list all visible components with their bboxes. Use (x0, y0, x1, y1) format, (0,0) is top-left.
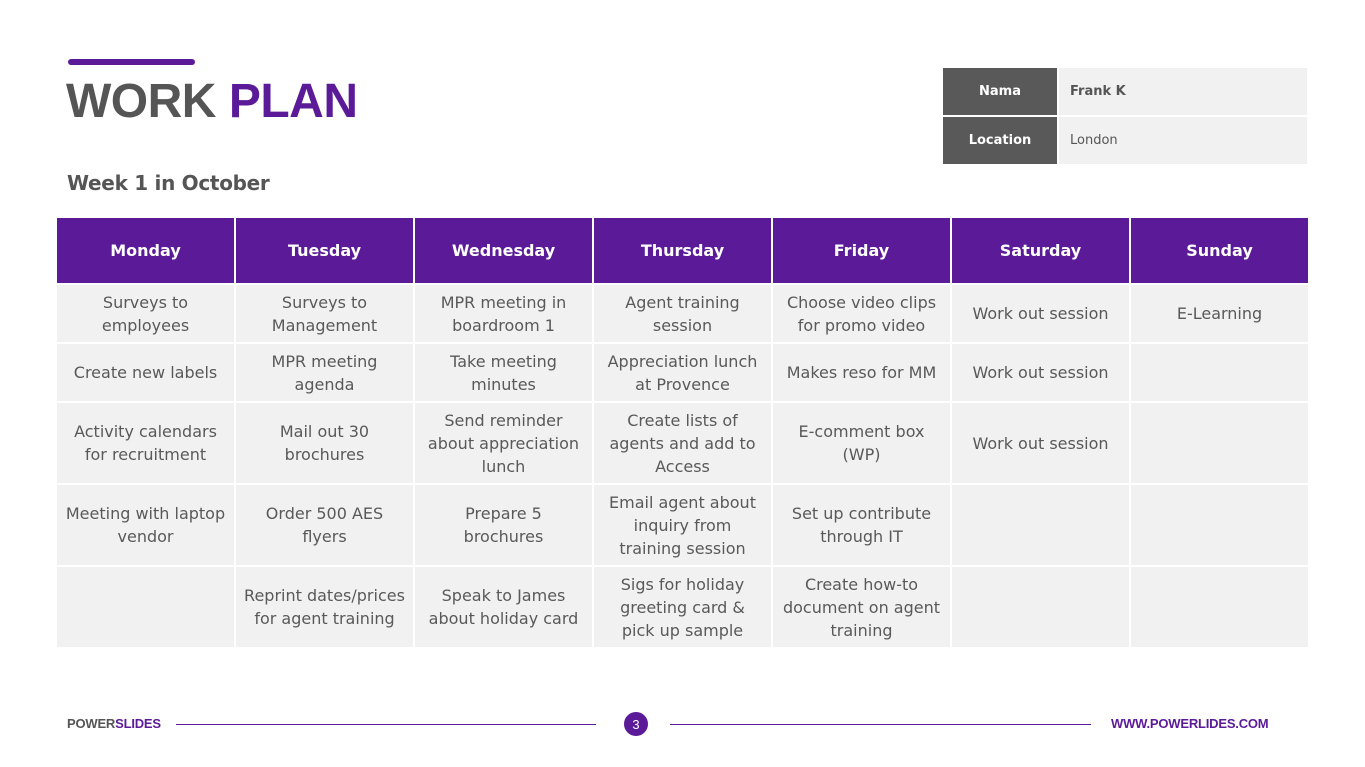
task-cell-sunday (1131, 485, 1308, 565)
info-table: Nama Frank K Location London (943, 68, 1307, 166)
task-cell-thursday: Appreciation lunch at Provence (594, 344, 771, 401)
task-cell-wednesday: Prepare 5 brochures (415, 485, 592, 565)
footer-brand: POWERSLIDES (67, 716, 161, 731)
task-cell-tuesday: Surveys to Management (236, 285, 413, 342)
task-cell-wednesday: Send reminder about appreciation lunch (415, 403, 592, 483)
task-cell-tuesday: Reprint dates/prices for agent training (236, 567, 413, 647)
title-part-2: PLAN (228, 75, 358, 128)
task-cell-tuesday: Mail out 30 brochures (236, 403, 413, 483)
task-cell-tuesday: Order 500 AES flyers (236, 485, 413, 565)
task-cell-saturday (952, 567, 1129, 647)
location-value: London (1059, 117, 1307, 164)
task-cell-friday: E-comment box (WP) (773, 403, 950, 483)
footer-divider-right (670, 724, 1091, 725)
name-value: Frank K (1059, 68, 1307, 115)
footer-brand-part-2: SLIDES (115, 716, 161, 731)
page-number-badge: 3 (624, 712, 648, 736)
task-cell-monday: Meeting with laptop vendor (57, 485, 234, 565)
task-cell-friday: Makes reso for MM (773, 344, 950, 401)
title-accent-bar (68, 59, 195, 65)
task-cell-thursday: Create lists of agents and add to Access (594, 403, 771, 483)
footer-url[interactable]: WWW.POWERLIDES.COM (1111, 716, 1269, 731)
task-cell-monday: Surveys to employees (57, 285, 234, 342)
header-thursday: Thursday (594, 218, 771, 283)
info-row-name: Nama Frank K (943, 68, 1307, 115)
task-cell-saturday: Work out session (952, 344, 1129, 401)
header-saturday: Saturday (952, 218, 1129, 283)
task-cell-sunday (1131, 344, 1308, 401)
info-row-location: Location London (943, 117, 1307, 164)
task-cell-sunday: E-Learning (1131, 285, 1308, 342)
task-cell-thursday: Agent training session (594, 285, 771, 342)
name-label: Nama (943, 68, 1057, 115)
header-monday: Monday (57, 218, 234, 283)
page-subtitle: Week 1 in October (67, 171, 270, 195)
page-title: WORK PLAN (66, 74, 358, 130)
task-cell-monday: Activity calendars for recruitment (57, 403, 234, 483)
header-wednesday: Wednesday (415, 218, 592, 283)
location-label: Location (943, 117, 1057, 164)
task-cell-wednesday: MPR meeting in boardroom 1 (415, 285, 592, 342)
footer-brand-part-1: POWER (67, 716, 116, 731)
task-cell-friday: Create how-to document on agent training (773, 567, 950, 647)
task-cell-tuesday: MPR meeting agenda (236, 344, 413, 401)
task-cell-monday: Create new labels (57, 344, 234, 401)
task-cell-friday: Set up contribute through IT (773, 485, 950, 565)
task-cell-wednesday: Take meeting minutes (415, 344, 592, 401)
task-cell-monday (57, 567, 234, 647)
task-cell-saturday: Work out session (952, 403, 1129, 483)
task-cell-friday: Choose video clips for promo video (773, 285, 950, 342)
task-cell-saturday: Work out session (952, 285, 1129, 342)
task-cell-sunday (1131, 403, 1308, 483)
task-cell-thursday: Email agent about inquiry from training … (594, 485, 771, 565)
header-tuesday: Tuesday (236, 218, 413, 283)
task-cell-saturday (952, 485, 1129, 565)
task-cell-thursday: Sigs for holiday greeting card & pick up… (594, 567, 771, 647)
header-friday: Friday (773, 218, 950, 283)
title-part-1: WORK (66, 75, 216, 128)
task-cell-wednesday: Speak to James about holiday card (415, 567, 592, 647)
work-plan-table: Monday Tuesday Wednesday Thursday Friday Satu… (57, 218, 1308, 647)
task-cell-sunday (1131, 567, 1308, 647)
header-sunday: Sunday (1131, 218, 1308, 283)
footer-divider-left (176, 724, 596, 725)
